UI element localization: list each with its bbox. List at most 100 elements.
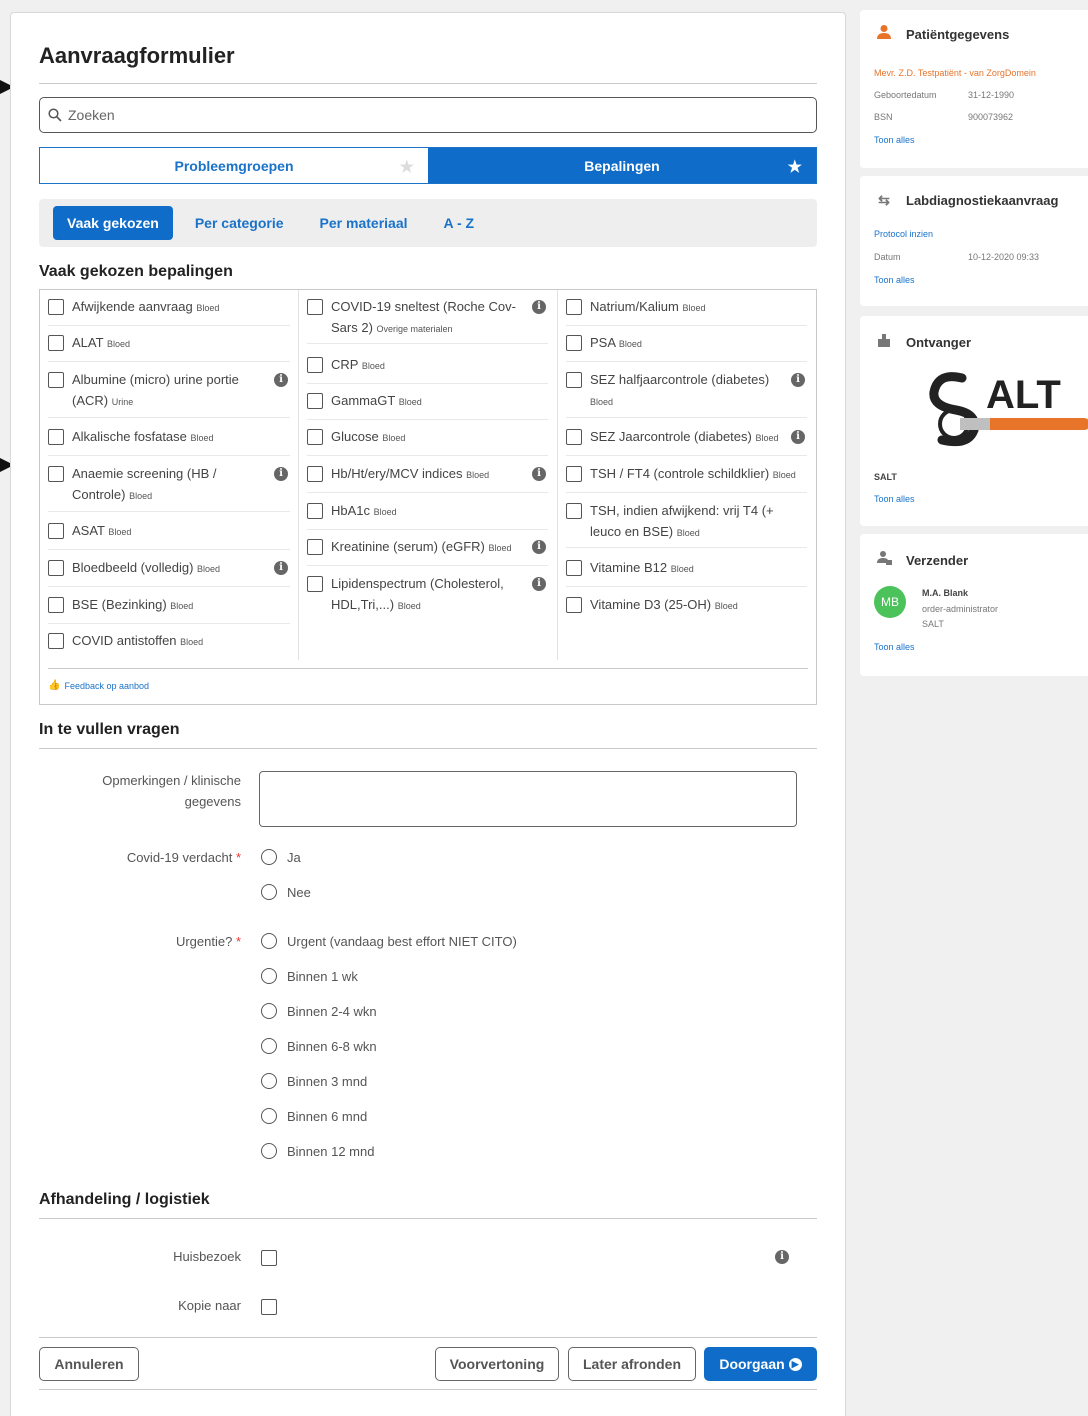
later-button[interactable]: Later afronden [568,1347,696,1381]
test-item[interactable]: Albumine (micro) urine portie (ACR) Urin… [48,371,290,418]
test-item[interactable]: COVID antistoffen Bloed [48,632,290,660]
test-item[interactable]: Kreatinine (serum) (eGFR) Bloed i [307,538,548,566]
patient-name: Mevr. Z.D. Testpatiënt - van ZorgDomein [874,68,1036,78]
checkbox[interactable] [307,576,323,592]
divider [48,668,808,669]
info-icon[interactable]: i [274,561,288,575]
test-item[interactable]: HbA1c Bloed [307,502,548,530]
radio-urgency-4[interactable]: Binnen 3 mnd [261,1073,367,1089]
test-item[interactable]: Vitamine B12 Bloed [566,559,807,587]
continue-button[interactable]: Doorgaan ▶ [704,1347,817,1381]
checkbox[interactable] [307,429,323,445]
checkbox[interactable] [307,466,323,482]
show-all-link[interactable]: Toon alles [874,135,915,145]
test-item[interactable]: PSA Bloed [566,334,807,362]
checkbox[interactable] [566,466,582,482]
radio-urgency-1[interactable]: Binnen 1 wk [261,968,358,984]
checkbox[interactable] [48,560,64,576]
test-item[interactable]: Hb/Ht/ery/MCV indices Bloed i [307,465,548,493]
radio-urgency-3[interactable]: Binnen 6-8 wkn [261,1038,377,1054]
feedback-link[interactable]: 👍 Feedback op aanbod [48,680,149,691]
subnav-per-categorie[interactable]: Per categorie [181,206,298,240]
checkbox[interactable] [48,299,64,315]
checkbox[interactable] [48,429,64,445]
radio-urgency-2[interactable]: Binnen 2-4 wkn [261,1003,377,1019]
show-all-link[interactable]: Toon alles [874,642,915,652]
show-all-link[interactable]: Toon alles [874,275,915,285]
checkbox[interactable] [307,357,323,373]
radio-urgency-5[interactable]: Binnen 6 mnd [261,1108,367,1124]
info-icon[interactable]: i [791,373,805,387]
star-icon[interactable]: ★ [400,157,414,177]
checkbox[interactable] [566,597,582,613]
checkbox[interactable] [48,523,64,539]
test-item[interactable]: Afwijkende aanvraag Bloed [48,298,290,326]
test-item[interactable]: CRP Bloed [307,356,548,384]
info-icon[interactable]: i [274,373,288,387]
checkbox[interactable] [48,466,64,482]
checkbox[interactable] [48,335,64,351]
test-item[interactable]: TSH / FT4 (controle schildklier) Bloed [566,465,807,493]
checkbox[interactable] [566,560,582,576]
cancel-button[interactable]: Annuleren [39,1347,139,1381]
checkbox[interactable] [566,429,582,445]
info-icon[interactable]: i [532,577,546,591]
search-input[interactable] [68,107,768,123]
copy-to-label: Kopie naar [178,1298,241,1313]
checkbox[interactable] [48,597,64,613]
home-visit-checkbox[interactable] [261,1250,277,1266]
checkbox[interactable] [566,299,582,315]
checkbox[interactable] [307,503,323,519]
checkbox[interactable] [307,299,323,315]
info-icon[interactable]: i [532,300,546,314]
tab-probleemgroepen[interactable]: Probleemgroepen ★ [40,148,428,183]
checkbox[interactable] [307,539,323,555]
thumbs-up-icon: 👍 [48,680,61,691]
radio-covid-ja[interactable]: Ja [261,849,301,865]
checkbox[interactable] [48,633,64,649]
info-icon[interactable]: i [775,1250,789,1264]
test-item[interactable]: Lipidenspectrum (Cholesterol, HDL,Tri,..… [307,575,548,621]
protocol-link[interactable]: Protocol inzien [874,229,933,239]
test-item[interactable]: SEZ halfjaarcontrole (diabetes) Bloed i [566,371,807,418]
subnav-vaak-gekozen[interactable]: Vaak gekozen [53,206,173,240]
test-item[interactable]: Anaemie screening (HB / Controle) Bloed i [48,465,290,512]
checkbox[interactable] [566,503,582,519]
test-item[interactable]: BSE (Bezinking) Bloed [48,596,290,624]
show-all-link[interactable]: Toon alles [874,494,915,504]
star-icon[interactable]: ★ [788,157,802,177]
info-icon[interactable]: i [532,467,546,481]
remarks-textarea[interactable] [259,771,797,827]
test-item[interactable]: Bloedbeeld (volledig) Bloed i [48,559,290,587]
request-form-panel: Aanvraagformulier Probleemgroepen ★ Bepa… [10,12,846,1416]
date-value: 10-12-2020 09:33 [968,252,1040,262]
test-item[interactable]: Glucose Bloed [307,428,548,456]
covid-label: Covid-19 verdacht * [126,850,241,865]
tab-bepalingen[interactable]: Bepalingen ★ [428,148,816,183]
radio-urgency-6[interactable]: Binnen 12 mnd [261,1143,374,1159]
test-item[interactable]: ASAT Bloed [48,522,290,550]
test-item[interactable]: Vitamine D3 (25-OH) Bloed [566,596,807,624]
info-icon[interactable]: i [274,467,288,481]
test-item[interactable]: GammaGT Bloed [307,392,548,420]
checkbox[interactable] [307,393,323,409]
preview-button[interactable]: Voorvertoning [435,1347,559,1381]
copy-to-checkbox[interactable] [261,1299,277,1315]
test-column: Afwijkende aanvraag Bloed ALAT Bloed Alb… [40,290,298,660]
test-item[interactable]: TSH, indien afwijkend: vrij T4 (+ leuco … [566,502,807,548]
search-box[interactable] [39,97,817,133]
checkbox[interactable] [48,372,64,388]
test-item[interactable]: COVID-19 sneltest (Roche Cov-Sars 2) Ove… [307,298,548,344]
info-icon[interactable]: i [791,430,805,444]
test-item[interactable]: Alkalische fosfatase Bloed [48,428,290,456]
test-item[interactable]: Natrium/Kalium Bloed [566,298,807,326]
test-item[interactable]: ALAT Bloed [48,334,290,362]
subnav-a-z[interactable]: A - Z [430,206,489,240]
info-icon[interactable]: i [532,540,546,554]
checkbox[interactable] [566,372,582,388]
test-item[interactable]: SEZ Jaarcontrole (diabetes) Bloed i [566,428,807,456]
subnav-per-materiaal[interactable]: Per materiaal [306,206,422,240]
checkbox[interactable] [566,335,582,351]
radio-covid-nee[interactable]: Nee [261,884,311,900]
radio-urgency-0[interactable]: Urgent (vandaag best effort NIET CITO) [261,933,517,949]
